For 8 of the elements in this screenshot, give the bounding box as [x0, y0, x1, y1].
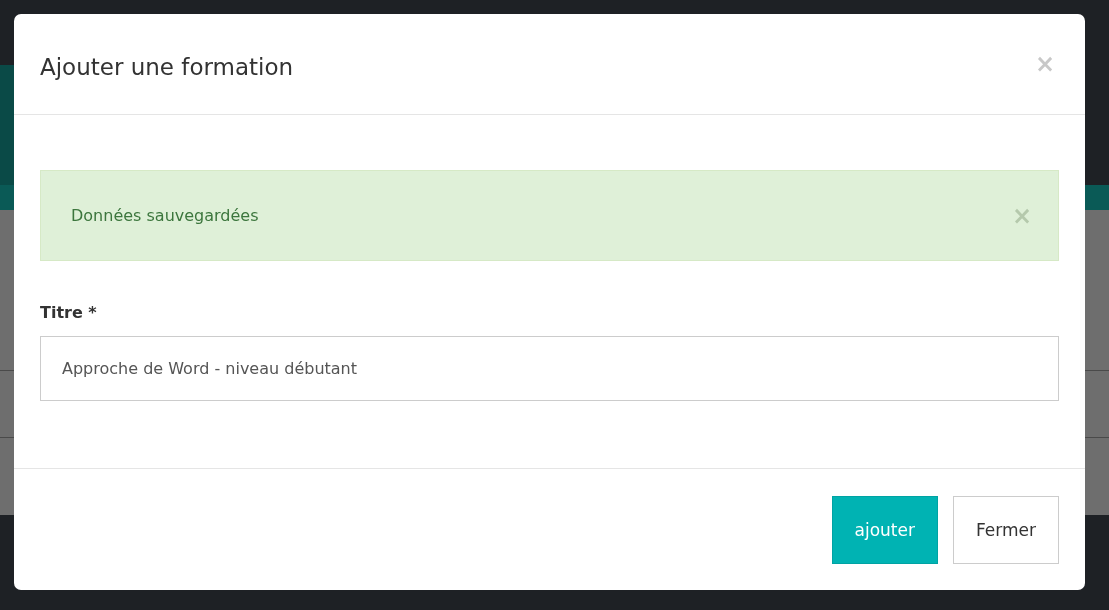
alert-close-button[interactable]: ×: [1007, 203, 1036, 228]
alert-message: Données sauvegardées: [71, 206, 259, 225]
close-button[interactable]: ×: [1030, 52, 1059, 76]
close-dialog-button[interactable]: Fermer: [953, 496, 1059, 564]
add-button[interactable]: ajouter: [831, 496, 938, 564]
field-label: Titre *: [40, 303, 98, 322]
title-input[interactable]: Approche de Word - niveau débutant: [40, 336, 1059, 401]
dialog-title: Ajouter une formation: [40, 53, 294, 80]
